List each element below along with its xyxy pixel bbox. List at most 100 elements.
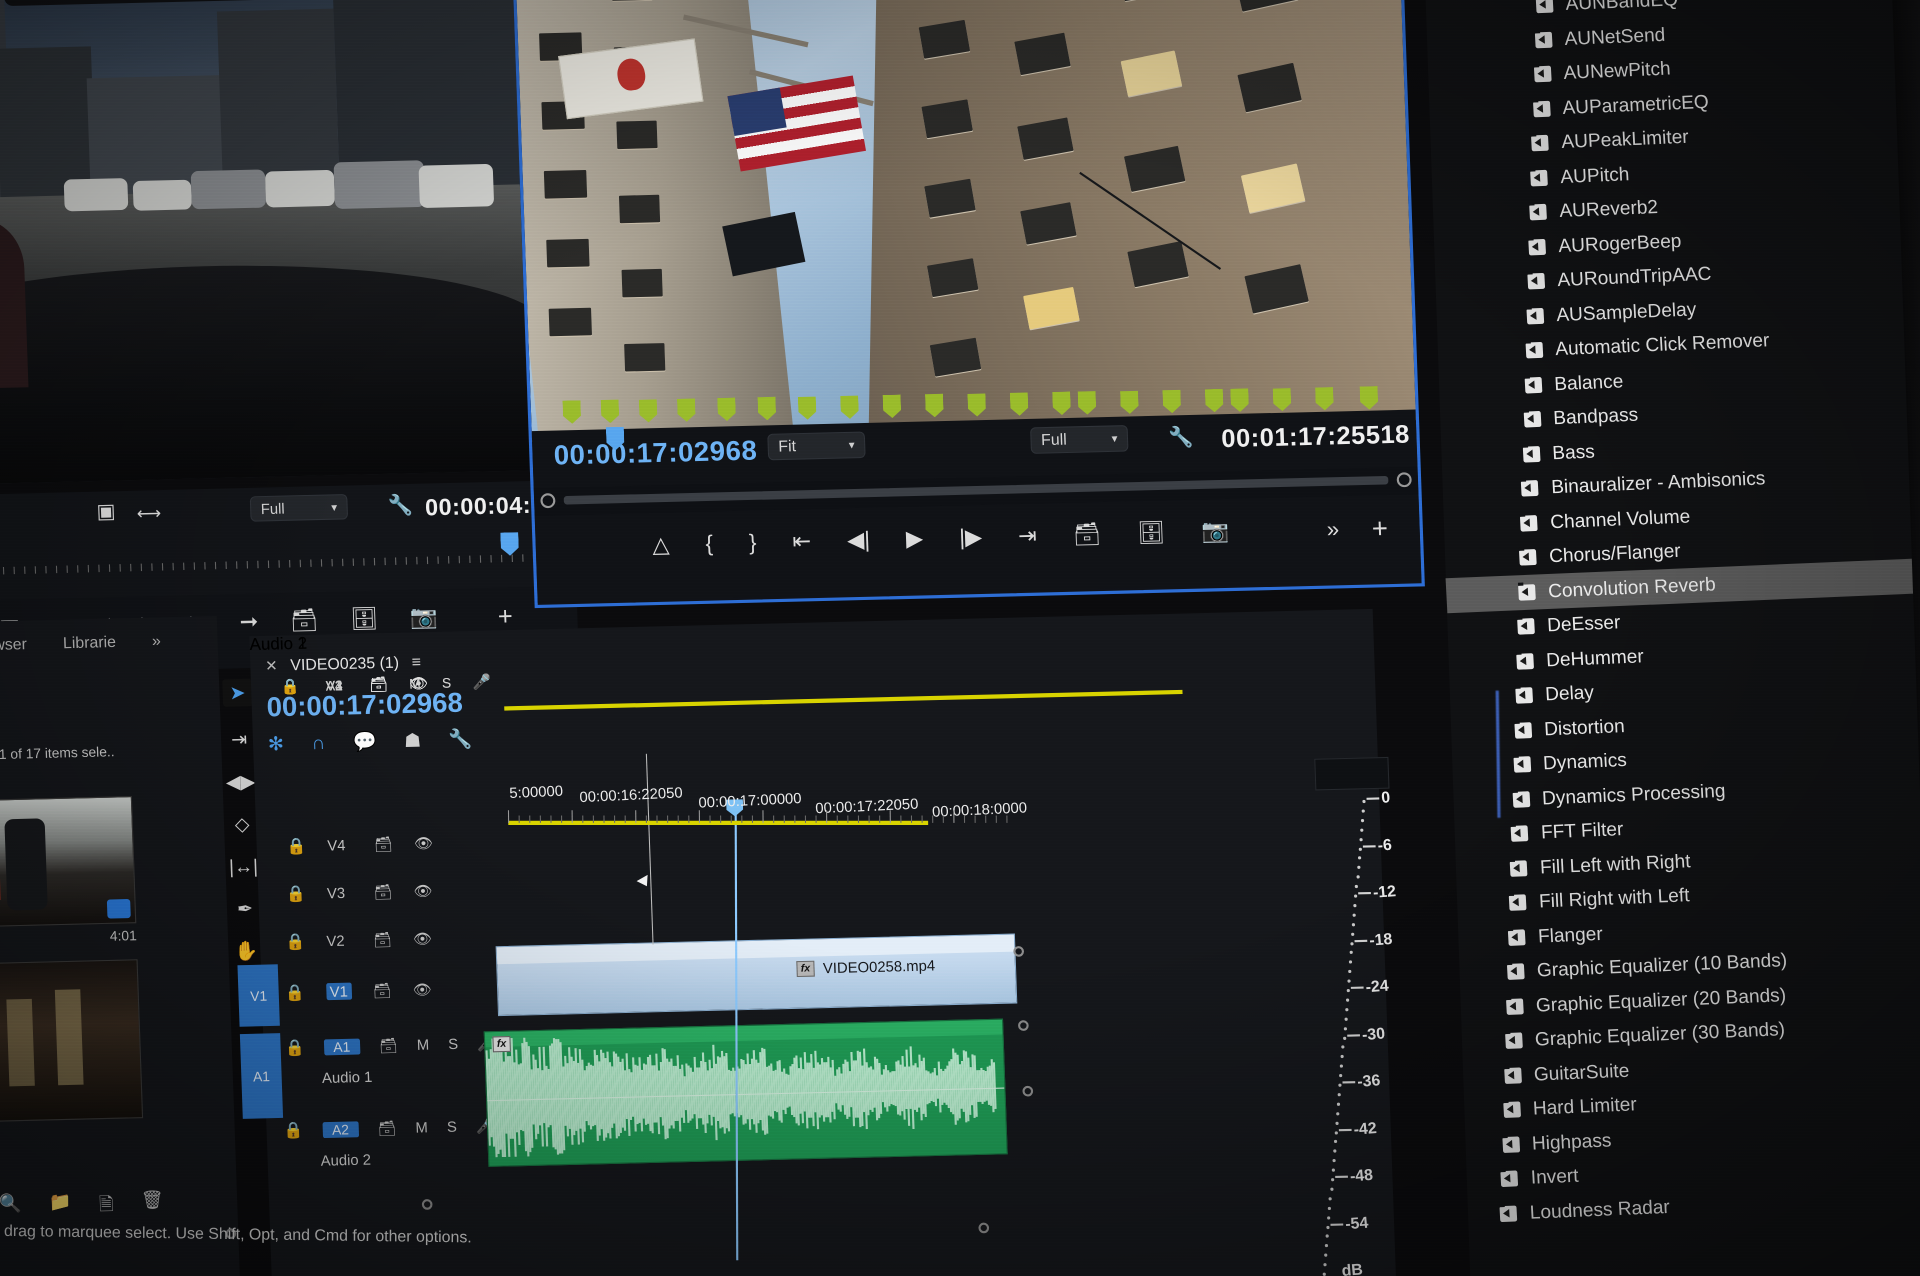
step-back-icon[interactable]: ◀|	[847, 527, 871, 554]
sync-lock-icon[interactable]: 🗃	[373, 882, 392, 900]
in-point-handle[interactable]	[540, 493, 555, 508]
slip-tool[interactable]: |↔|	[229, 857, 259, 877]
program-monitor[interactable]: 00:00:17:02968 Fit ▾ Full ▾ 🔧 00:01:17:2…	[511, 0, 1425, 608]
new-item-icon[interactable]: 🗎	[99, 1191, 115, 1222]
program-marker[interactable]	[840, 395, 859, 419]
program-marker[interactable]	[1120, 390, 1139, 414]
source-playback-resolution-dropdown[interactable]: Full ▾	[250, 494, 348, 522]
folder-icon[interactable]: 📁	[49, 1192, 73, 1223]
program-marker[interactable]	[601, 400, 620, 424]
timeline-video-clip[interactable]	[496, 934, 1018, 1017]
program-marker[interactable]	[798, 396, 817, 420]
goto-out-icon[interactable]: ➞	[239, 609, 259, 636]
sync-lock-icon[interactable]: 🗃	[379, 1036, 398, 1054]
lock-icon[interactable]: 🔒	[285, 932, 305, 952]
program-monitor-video[interactable]	[514, 0, 1416, 442]
mark-out-icon[interactable]: {	[705, 531, 713, 557]
project-panel-footer[interactable]: ☰ 🔍 📁 🗎 🗑	[0, 1190, 165, 1226]
program-timecode-left[interactable]: 00:00:17:02968	[553, 434, 758, 472]
panel-menu-icon[interactable]: ≡	[411, 653, 421, 671]
razor-tool[interactable]: ◇	[234, 814, 249, 833]
program-transport-buttons[interactable]: △ { } ⇤ ◀| ▶ |▶ ⇥ 🗃 🗄 📷	[652, 518, 1230, 559]
marker-icon[interactable]: ☗	[404, 730, 422, 753]
program-marker[interactable]	[967, 393, 986, 417]
mute-a2-button[interactable]: M	[415, 1119, 428, 1136]
solo-a1-button[interactable]: S	[448, 1035, 458, 1052]
program-zoom-level-dropdown[interactable]: Fit ▾	[767, 431, 865, 460]
play-icon[interactable]: ▶	[906, 525, 924, 552]
hand-tool[interactable]: ✋	[234, 941, 258, 961]
sync-lock-icon[interactable]: 🗃	[373, 930, 392, 948]
wrench-icon[interactable]: 🔧	[1168, 424, 1194, 450]
insert-icon[interactable]: 🗃	[290, 608, 319, 634]
timeline-row-v3[interactable]: 🔒 V3 🗃 👁	[286, 881, 433, 904]
step-forward-icon[interactable]: |▶	[959, 524, 983, 551]
program-marker[interactable]	[639, 399, 658, 423]
timeline-row-v1[interactable]: 🔒 V1 🗃 👁	[285, 980, 432, 1003]
source-drag-icon[interactable]: ⟷	[136, 503, 161, 525]
linked-selection-icon[interactable]: ∩	[311, 732, 325, 755]
track-output-icon[interactable]: 👁	[413, 882, 432, 900]
program-marker[interactable]	[757, 397, 776, 421]
program-marker[interactable]	[717, 398, 736, 422]
source-ruler-ticks[interactable]	[0, 546, 544, 575]
pen-tool[interactable]: ✒	[237, 899, 254, 918]
export-frame-icon[interactable]: 📷	[410, 605, 439, 631]
a1-label[interactable]: A1	[323, 1038, 360, 1055]
track-output-icon[interactable]: 👁	[413, 929, 432, 947]
project-panel-tabs[interactable]: Media Browser Librarie »	[0, 616, 218, 657]
program-marker[interactable]	[1205, 389, 1224, 413]
goto-prev-edit-icon[interactable]: ⇤	[792, 528, 812, 555]
add-marker-icon[interactable]: 💬	[352, 731, 377, 754]
lift-icon[interactable]: 🗃	[1072, 522, 1101, 548]
program-add-button[interactable]: +	[1371, 512, 1388, 545]
goto-next-edit-icon[interactable]: ⇥	[1018, 523, 1038, 550]
program-playback-resolution-dropdown[interactable]: Full ▾	[1030, 425, 1128, 454]
program-timecode-right[interactable]: 00:01:17:25518	[1221, 420, 1410, 454]
mute-a1-button[interactable]: M	[417, 1036, 430, 1053]
effects-panel[interactable]: AUMatrixReverbAUMultibandCompressorAUNBa…	[1423, 0, 1920, 1276]
timeline-settings-icon[interactable]: 🔧	[448, 728, 473, 751]
search-icon[interactable]: 🔍	[0, 1193, 22, 1224]
effects-list[interactable]: AUMatrixReverbAUMultibandCompressorAUNBa…	[1423, 0, 1920, 1227]
out-point-handle[interactable]	[1397, 472, 1412, 487]
a2-label[interactable]: A2	[322, 1121, 359, 1138]
program-more-icon[interactable]: »	[1326, 517, 1339, 543]
lock-icon[interactable]: 🔒	[286, 836, 306, 856]
panel-overflow-icon[interactable]: »	[152, 632, 161, 650]
overwrite-icon[interactable]: 🗄	[350, 606, 379, 632]
mark-in-icon[interactable]: △	[652, 532, 670, 559]
timeline-toolbar[interactable]: ✻ ∩ 💬 ☗ 🔧	[268, 728, 473, 755]
program-marker[interactable]	[677, 398, 696, 422]
v1-label[interactable]: V1	[326, 983, 352, 1001]
sync-lock-icon[interactable]: 🗃	[369, 675, 388, 693]
tab-media-browser[interactable]: Media Browser	[0, 635, 27, 656]
snap-in-timeline-icon[interactable]: ✻	[268, 733, 285, 756]
solo-a2-button[interactable]: S	[447, 1118, 457, 1135]
goto-in-icon[interactable]: }	[749, 530, 757, 556]
lock-icon[interactable]: 🔒	[280, 677, 299, 695]
program-marker[interactable]	[1078, 391, 1097, 415]
timeline-tab-title[interactable]: VIDEO0235 (1)	[290, 654, 399, 675]
tab-libraries[interactable]: Librarie	[63, 633, 117, 652]
sync-lock-icon[interactable]: 🗃	[372, 981, 391, 999]
sync-lock-icon[interactable]: 🗃	[374, 835, 393, 853]
program-marker[interactable]	[1230, 388, 1249, 412]
timeline-row-v2[interactable]: 🔒 V2 🗃 👁	[285, 929, 432, 952]
program-marker[interactable]	[1162, 390, 1181, 414]
mute-track-button[interactable]: M	[409, 676, 421, 692]
program-marker[interactable]	[1273, 388, 1292, 412]
ripple-edit-tool[interactable]: ◀▶	[226, 772, 256, 792]
program-marker[interactable]	[1010, 392, 1029, 416]
track-output-icon[interactable]: 👁	[412, 980, 431, 998]
export-frame-icon[interactable]: 📷	[1201, 519, 1230, 545]
sync-lock-icon[interactable]: 🗃	[377, 1119, 396, 1137]
extract-icon[interactable]: 🗄	[1137, 520, 1166, 546]
source-monitor-video[interactable]	[0, 0, 530, 486]
program-marker[interactable]	[1360, 386, 1379, 410]
track-output-icon[interactable]: 👁	[414, 834, 433, 852]
project-item-thumbnail-2[interactable]	[0, 959, 143, 1123]
lock-icon[interactable]: 🔒	[286, 884, 306, 904]
lock-icon[interactable]: 🔒	[285, 1038, 305, 1058]
lock-icon[interactable]: 🔒	[283, 1121, 303, 1141]
